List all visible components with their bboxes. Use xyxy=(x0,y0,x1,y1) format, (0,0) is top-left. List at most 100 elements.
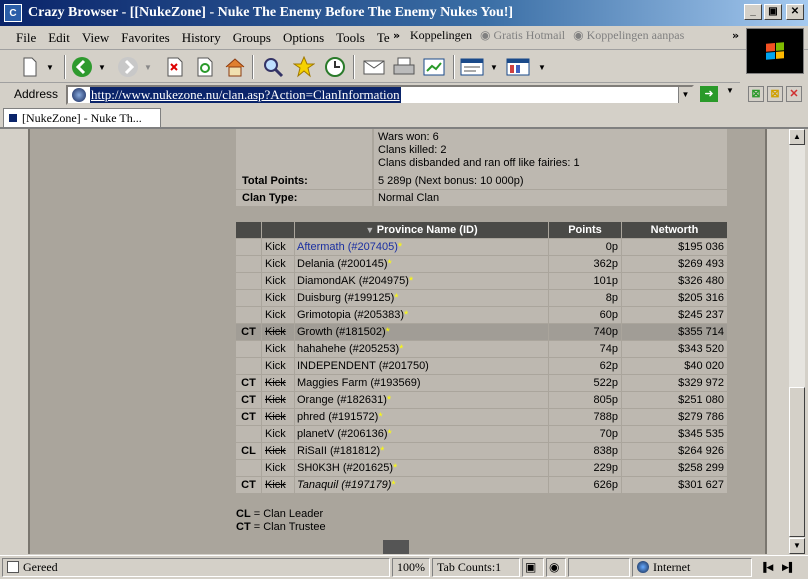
back-icon[interactable] xyxy=(70,55,94,79)
go-arrow-icon[interactable]: ➜ xyxy=(700,86,718,102)
kick-link[interactable]: Kick xyxy=(262,239,294,255)
table-row: CL Kick RiSaII (#181812)* 838p $264 926 xyxy=(236,443,727,460)
address-url[interactable]: http://www.nukezone.nu/clan.asp?Action=C… xyxy=(90,87,401,103)
province-points: 60p xyxy=(549,307,621,323)
kick-link[interactable]: Kick xyxy=(262,392,294,408)
search-icon[interactable] xyxy=(261,55,285,79)
row-role xyxy=(236,239,261,255)
tile-dropdown-arrow-icon[interactable]: ▼ xyxy=(536,55,548,79)
scroll-up-arrow-icon[interactable]: ▲ xyxy=(789,129,805,145)
tile-windows-icon[interactable] xyxy=(506,55,530,79)
kick-link[interactable]: Kick xyxy=(262,341,294,357)
menu-view[interactable]: View xyxy=(76,30,115,46)
online-star-icon: * xyxy=(404,309,409,321)
province-networth: $343 520 xyxy=(622,341,727,357)
menu-history[interactable]: History xyxy=(176,30,227,46)
new-dropdown-arrow-icon[interactable]: ▼ xyxy=(44,55,56,79)
menu-groups[interactable]: Groups xyxy=(227,30,277,46)
close-button[interactable]: ✕ xyxy=(786,4,804,20)
table-row: CT Kick Growth (#181502)* 740p $355 714 xyxy=(236,324,727,341)
province-points: 229p xyxy=(549,460,621,476)
refresh-icon[interactable] xyxy=(193,55,217,79)
kick-link[interactable]: Kick xyxy=(262,290,294,306)
address-dropdown-arrow-icon[interactable]: ▼ xyxy=(678,87,692,103)
visibility-eye-icon[interactable]: ◉ xyxy=(546,558,566,577)
province-points: 626p xyxy=(549,477,621,493)
new-page-icon[interactable] xyxy=(18,55,42,79)
kick-link[interactable]: Kick xyxy=(262,426,294,442)
kick-link[interactable]: Kick xyxy=(262,256,294,272)
minimize-button[interactable]: _ xyxy=(744,4,762,20)
links-bar: Koppelingen ◉ Gratis Hotmail ◉ Koppeling… xyxy=(410,28,684,43)
menu-tools[interactable]: Tools xyxy=(330,30,371,46)
menu-edit[interactable]: Edit xyxy=(42,30,76,46)
legend-cl-text: = Clan Leader xyxy=(250,508,324,520)
kick-link[interactable]: Kick xyxy=(262,460,294,476)
link-koppelingen-aanpassen[interactable]: ◉ Koppelingen aanpas xyxy=(573,28,684,43)
popup-blocker-icon[interactable]: ▣ xyxy=(522,558,544,577)
province-networth: $245 237 xyxy=(622,307,727,323)
province-networth: $40 020 xyxy=(622,358,727,374)
scroll-down-arrow-icon[interactable]: ▼ xyxy=(789,538,805,554)
menu-truncated[interactable]: Te xyxy=(371,30,396,46)
kick-link[interactable]: Kick xyxy=(262,477,294,493)
points-header[interactable]: Points xyxy=(549,222,621,238)
forward-dropdown-arrow-icon[interactable]: ▼ xyxy=(142,55,154,79)
clans-killed: Clans killed: 2 xyxy=(378,144,447,156)
maximize-button[interactable]: ▣ xyxy=(764,4,782,20)
chart-window-icon[interactable] xyxy=(422,55,446,79)
tab-nukezone[interactable]: [NukeZone] - Nuke Th... xyxy=(3,108,161,128)
kick-link[interactable]: Kick xyxy=(262,324,294,340)
table-row: CT Kick phred (#191572)* 788p $279 786 xyxy=(236,409,727,426)
print-icon[interactable] xyxy=(392,55,416,79)
history-icon[interactable] xyxy=(323,55,347,79)
kick-link[interactable]: Kick xyxy=(262,307,294,323)
kick-link[interactable]: Kick xyxy=(262,375,294,391)
province-name[interactable]: Aftermath (#207405) xyxy=(297,241,398,253)
close-all-tabs-icon[interactable]: ✕ xyxy=(786,86,802,102)
menu-favorites[interactable]: Favorites xyxy=(115,30,175,46)
back-dropdown-arrow-icon[interactable]: ▼ xyxy=(96,55,108,79)
status-empty-panel xyxy=(568,558,630,577)
province-name: Orange (#182631) xyxy=(297,394,387,406)
tile-vertical-icon[interactable]: ⊠ xyxy=(767,86,783,102)
favorites-star-icon[interactable] xyxy=(292,55,316,79)
online-star-icon: * xyxy=(397,241,403,253)
links-overflow-chevron-icon[interactable]: » xyxy=(732,29,739,42)
vertical-scrollbar[interactable]: ▲ ▼ xyxy=(789,129,805,554)
kick-link[interactable]: Kick xyxy=(262,409,294,425)
province-points: 62p xyxy=(549,358,621,374)
zoom-level[interactable]: 100% xyxy=(392,558,430,577)
kick-link[interactable]: Kick xyxy=(262,273,294,289)
prev-tab-icon[interactable]: ▐◀ xyxy=(760,562,773,573)
menu-options[interactable]: Options xyxy=(277,30,330,46)
edit-page-icon[interactable] xyxy=(460,55,484,79)
online-star-icon: * xyxy=(393,462,398,474)
sort-down-arrow-icon: ▼ xyxy=(365,225,377,235)
title-bar[interactable]: C Crazy Browser - [[NukeZone] - Nuke The… xyxy=(0,0,808,26)
kick-link[interactable]: Kick xyxy=(262,358,294,374)
networth-header[interactable]: Networth xyxy=(622,222,727,238)
kick-link[interactable]: Kick xyxy=(262,443,294,459)
row-role: CT xyxy=(236,409,261,425)
go-dropdown-arrow-icon[interactable]: ▼ xyxy=(726,86,734,95)
menu-overflow-chevron-icon[interactable]: » xyxy=(393,29,400,42)
forward-icon[interactable] xyxy=(116,55,140,79)
next-tab-icon[interactable]: ▶▌ xyxy=(782,562,795,573)
province-name: Maggies Farm (#193569) xyxy=(297,377,421,389)
link-gratis-hotmail[interactable]: ◉ Gratis Hotmail xyxy=(480,28,565,43)
mail-icon[interactable] xyxy=(362,55,386,79)
home-icon[interactable] xyxy=(223,55,247,79)
scrollbar-thumb[interactable] xyxy=(789,387,805,537)
address-label: Address xyxy=(14,87,59,101)
stop-icon[interactable] xyxy=(163,55,187,79)
tile-horizontal-icon[interactable]: ⊠ xyxy=(748,86,764,102)
menu-file[interactable]: File xyxy=(10,30,42,46)
edit-dropdown-arrow-icon[interactable]: ▼ xyxy=(488,55,500,79)
table-row: Kick hahahehe (#205253)* 74p $343 520 xyxy=(236,341,727,358)
province-table-header: ▼ Province Name (ID) Points Networth xyxy=(236,222,727,239)
address-input[interactable]: http://www.nukezone.nu/clan.asp?Action=C… xyxy=(66,85,694,105)
province-name-header[interactable]: ▼ Province Name (ID) xyxy=(295,222,548,238)
footer-logo-fragment xyxy=(383,540,409,554)
status-page-icon xyxy=(7,561,19,573)
